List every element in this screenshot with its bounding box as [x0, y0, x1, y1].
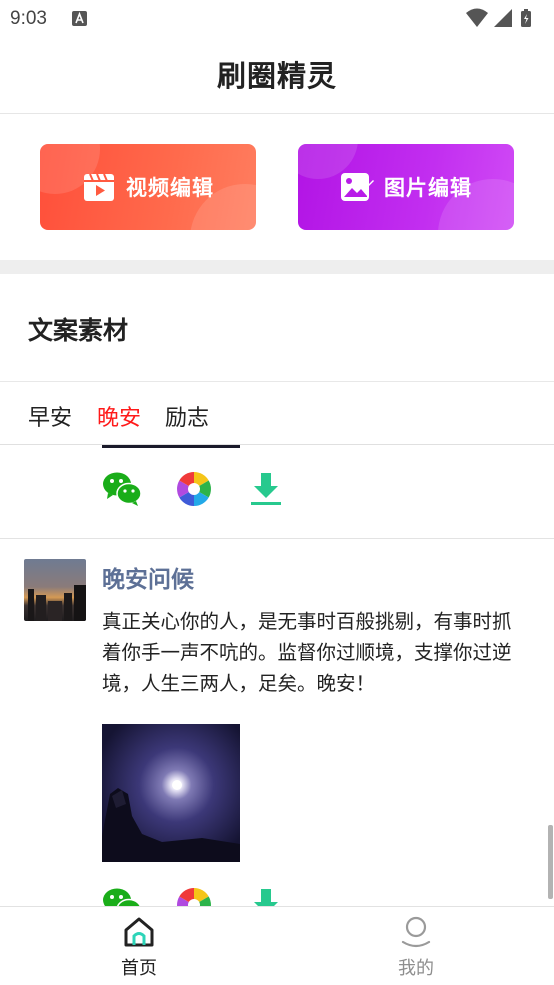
post-text: 真正关心你的人，是无事时百般挑剔，有事时抓着你手一声不吭的。监督你过顺境，支撑你…: [102, 610, 512, 695]
tab-inspiration[interactable]: 励志: [165, 400, 209, 432]
profile-icon: [401, 916, 431, 948]
previous-post-image[interactable]: [102, 445, 240, 448]
app-header: 刷圈精灵: [0, 38, 554, 114]
page-title: 刷圈精灵: [216, 59, 337, 93]
tab-night[interactable]: 晚安: [97, 400, 141, 432]
image-edit-icon: [341, 173, 374, 201]
status-time: 9:03: [10, 8, 47, 29]
section-title: 文案素材: [28, 316, 129, 345]
wechat-icon[interactable]: [102, 885, 142, 906]
category-tabs: 早安 晚安 励志: [0, 381, 554, 445]
avatar[interactable]: [24, 559, 86, 621]
post-title: 晚安问候: [102, 567, 194, 593]
nav-label-profile: 我的: [398, 958, 434, 979]
nav-label-home: 首页: [121, 958, 157, 979]
status-bar: 9:03: [0, 0, 554, 38]
scrollbar[interactable]: [548, 825, 553, 899]
moments-shutter-icon[interactable]: [174, 885, 214, 906]
signal-icon: [494, 9, 512, 27]
night-moon-image: [102, 724, 240, 862]
download-icon[interactable]: [246, 885, 286, 906]
nav-item-profile[interactable]: 我的: [356, 907, 476, 985]
tab-morning[interactable]: 早安: [28, 400, 72, 432]
post-image[interactable]: [102, 724, 240, 862]
image-edit-label: 图片编辑: [384, 176, 472, 200]
bottom-nav: 首页 我的: [0, 906, 554, 985]
content-feed[interactable]: 晚安问候 真正关心你的人，是无事时百般挑剔，有事时抓着你手一声不吭的。监督你过顺…: [0, 445, 554, 906]
notification-a-icon: [72, 11, 87, 26]
avatar-image: [24, 559, 86, 621]
battery-icon: [521, 9, 531, 27]
nav-item-home[interactable]: 首页: [79, 907, 199, 985]
video-clapper-icon: [84, 173, 114, 201]
post-actions: [102, 885, 292, 906]
video-edit-label: 视频编辑: [126, 176, 214, 200]
section-divider: [0, 260, 554, 274]
video-edit-button[interactable]: 视频编辑: [40, 144, 256, 230]
post-divider: [0, 538, 554, 539]
home-icon: [124, 917, 154, 947]
image-edit-button[interactable]: 图片编辑: [298, 144, 514, 230]
status-icons: [466, 8, 531, 27]
download-icon[interactable]: [246, 469, 286, 509]
moments-shutter-icon[interactable]: [174, 469, 214, 509]
wifi-icon: [466, 8, 488, 27]
wechat-icon[interactable]: [102, 469, 142, 509]
previous-post-actions: [102, 469, 292, 509]
